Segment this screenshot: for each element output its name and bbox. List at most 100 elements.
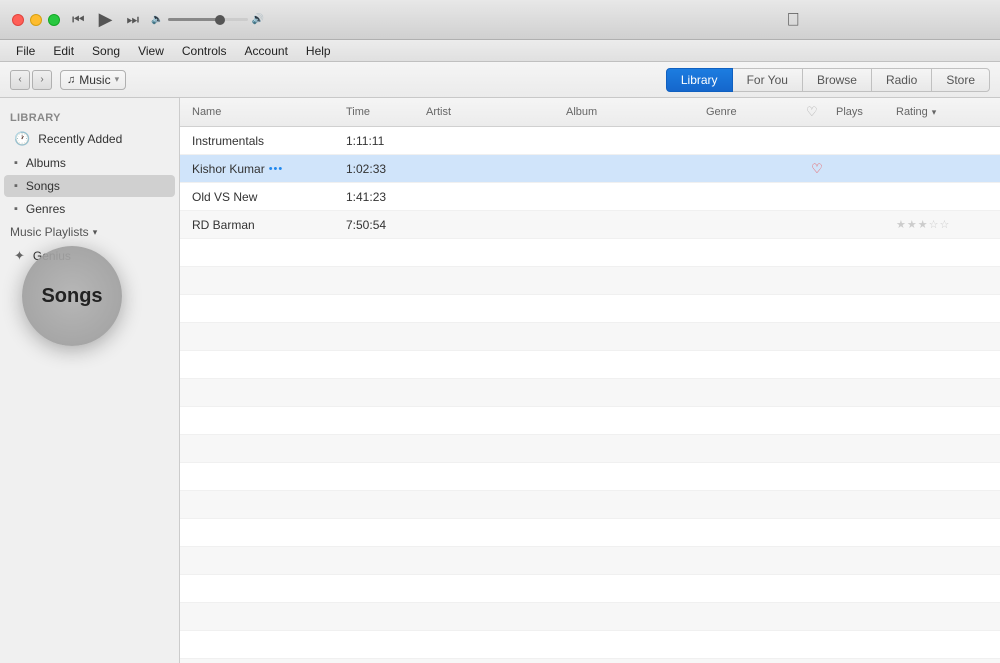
title-bar: ⏮ ▶ ⏭ 🔈 🔊  <box>0 0 1000 40</box>
col-album[interactable]: Album <box>562 102 702 122</box>
cell-rating[interactable]: ★★★☆☆ <box>892 218 992 231</box>
menu-controls[interactable]: Controls <box>174 42 235 60</box>
sidebar-item-genres[interactable]: ▪ Genres <box>4 198 175 220</box>
table-body: Instrumentals 1:11:11 Kishor Kumar ••• 1… <box>180 127 1000 663</box>
empty-row <box>180 547 1000 575</box>
cell-time: 1:41:23 <box>342 190 422 204</box>
col-time[interactable]: Time <box>342 102 422 122</box>
source-dropdown-icon: ▾ <box>115 74 120 85</box>
menu-help[interactable]: Help <box>298 42 339 60</box>
nav-arrows: ‹ › <box>10 70 52 90</box>
empty-row <box>180 295 1000 323</box>
playlists-label: Music Playlists <box>10 225 89 239</box>
forward-button[interactable]: ⏭ <box>126 11 139 28</box>
table-row[interactable]: RD Barman 7:50:54 ★★★☆☆ <box>180 211 1000 239</box>
apple-logo:  <box>787 9 801 30</box>
library-section-label: Library <box>0 106 179 126</box>
tab-radio[interactable]: Radio <box>871 68 932 92</box>
menu-bar: File Edit Song View Controls Account Hel… <box>0 40 1000 62</box>
volume-high-icon: 🔊 <box>252 14 264 25</box>
source-label: Music <box>79 73 110 87</box>
volume-thumb <box>215 15 225 25</box>
cell-name: Kishor Kumar ••• <box>188 162 342 176</box>
empty-row <box>180 603 1000 631</box>
music-icon: ♫ <box>67 74 75 86</box>
menu-file[interactable]: File <box>8 42 43 60</box>
volume-slider[interactable]: 🔈 🔊 <box>151 14 264 25</box>
table-row[interactable]: Instrumentals 1:11:11 <box>180 127 1000 155</box>
col-name[interactable]: Name <box>188 102 342 122</box>
rating-label: Rating <box>896 106 928 118</box>
top-tabs: Library For You Browse Radio Store <box>667 68 990 92</box>
menu-view[interactable]: View <box>130 42 172 60</box>
albums-label: Albums <box>26 156 66 170</box>
content-area: Name Time Artist Album Genre ♡ Plays Rat… <box>180 98 1000 663</box>
cell-time: 1:02:33 <box>342 162 422 176</box>
cell-heart[interactable]: ♡ <box>802 161 832 177</box>
sidebar: Library 🕐 Recently Added ▪ Albums ▪ Song… <box>0 98 180 663</box>
col-plays[interactable]: Plays <box>832 102 892 122</box>
recently-added-icon: 🕐 <box>14 131 30 147</box>
albums-icon: ▪ <box>14 157 18 169</box>
sidebar-item-recently-added[interactable]: 🕐 Recently Added <box>4 127 175 151</box>
col-heart: ♡ <box>802 102 832 122</box>
tab-for-you[interactable]: For You <box>732 68 803 92</box>
tab-library[interactable]: Library <box>666 68 733 92</box>
sidebar-item-songs[interactable]: ▪ Songs <box>4 175 175 197</box>
tab-store[interactable]: Store <box>931 68 990 92</box>
menu-edit[interactable]: Edit <box>45 42 82 60</box>
genres-icon: ▪ <box>14 203 18 215</box>
minimize-button[interactable] <box>30 14 42 26</box>
cell-name: Old VS New <box>188 190 342 204</box>
cell-time: 1:11:11 <box>342 134 422 148</box>
songs-icon: ▪ <box>14 180 18 192</box>
source-selector[interactable]: ♫ Music ▾ <box>60 70 126 90</box>
empty-row <box>180 659 1000 663</box>
col-rating[interactable]: Rating ▾ <box>892 102 992 122</box>
playlists-arrow-icon: ▾ <box>93 227 98 238</box>
tab-browse[interactable]: Browse <box>802 68 872 92</box>
empty-row <box>180 575 1000 603</box>
window-controls <box>12 14 60 26</box>
empty-row <box>180 239 1000 267</box>
playlists-section[interactable]: Music Playlists ▾ <box>0 221 179 243</box>
songs-label: Songs <box>26 179 60 193</box>
playback-controls: ⏮ ▶ ⏭ <box>72 9 139 30</box>
genres-label: Genres <box>26 202 65 216</box>
main-layout: Songs Library 🕐 Recently Added ▪ Albums … <box>0 98 1000 663</box>
nav-forward-button[interactable]: › <box>32 70 52 90</box>
empty-row <box>180 463 1000 491</box>
cell-name: Instrumentals <box>188 134 342 148</box>
empty-row <box>180 323 1000 351</box>
songs-overlay[interactable]: Songs <box>22 246 122 346</box>
col-genre[interactable]: Genre <box>702 102 802 122</box>
empty-row <box>180 267 1000 295</box>
nav-back-button[interactable]: ‹ <box>10 70 30 90</box>
empty-row <box>180 435 1000 463</box>
menu-song[interactable]: Song <box>84 42 128 60</box>
menu-account[interactable]: Account <box>237 42 296 60</box>
volume-low-icon: 🔈 <box>151 14 163 25</box>
empty-row <box>180 407 1000 435</box>
volume-track[interactable] <box>168 18 248 21</box>
table-row[interactable]: Old VS New 1:41:23 <box>180 183 1000 211</box>
empty-row <box>180 379 1000 407</box>
genius-icon: ✦ <box>14 248 25 264</box>
table-row[interactable]: Kishor Kumar ••• 1:02:33 ♡ <box>180 155 1000 183</box>
empty-row <box>180 631 1000 659</box>
sidebar-item-albums[interactable]: ▪ Albums <box>4 152 175 174</box>
empty-row <box>180 491 1000 519</box>
cell-time: 7:50:54 <box>342 218 422 232</box>
col-artist[interactable]: Artist <box>422 102 562 122</box>
table-header: Name Time Artist Album Genre ♡ Plays Rat… <box>180 98 1000 127</box>
close-button[interactable] <box>12 14 24 26</box>
songs-overlay-label: Songs <box>41 285 102 308</box>
cell-name: RD Barman <box>188 218 342 232</box>
empty-row <box>180 351 1000 379</box>
empty-row <box>180 519 1000 547</box>
rewind-button[interactable]: ⏮ <box>72 11 85 28</box>
maximize-button[interactable] <box>48 14 60 26</box>
play-button[interactable]: ▶ <box>99 9 113 30</box>
rating-dropdown-icon[interactable]: ▾ <box>932 107 937 118</box>
recently-added-label: Recently Added <box>38 132 122 146</box>
